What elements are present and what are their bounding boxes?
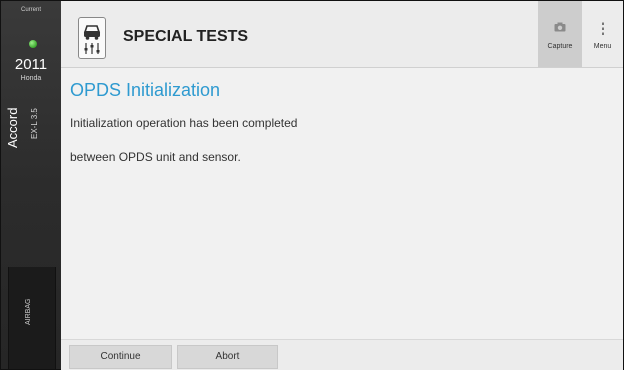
vehicle-sidebar: Current 2011 Honda Accord EX-L 3.5 AIRBA…: [1, 1, 61, 369]
vehicle-trim: EX-L 3.5: [30, 108, 39, 139]
status-label: Current: [20, 7, 41, 13]
capture-button[interactable]: Capture: [538, 1, 582, 67]
capture-label: Capture: [547, 43, 573, 50]
main-panel: SPECIAL TESTS Capture Menu OPDS Initiali…: [61, 1, 623, 370]
vehicle-model: Accord: [5, 107, 20, 148]
message-line-2: between OPDS unit and sensor.: [70, 150, 241, 164]
vehicle-year: 2011: [14, 56, 48, 73]
page-title: SPECIAL TESTS: [123, 28, 249, 45]
app-window: Current 2011 Honda Accord EX-L 3.5 AIRBA…: [0, 0, 624, 370]
footer-bar: Continue Abort: [61, 339, 623, 370]
abort-button[interactable]: Abort: [177, 345, 278, 369]
system-tab[interactable]: AIRBAG: [8, 267, 56, 369]
camera-icon: [538, 22, 582, 32]
status-indicator-icon: [29, 40, 37, 48]
system-label: AIRBAG: [25, 298, 32, 325]
header-bar: SPECIAL TESTS Capture Menu: [61, 1, 623, 68]
more-vertical-icon: [582, 22, 623, 36]
message-line-1: Initialization operation has been comple…: [70, 116, 298, 130]
menu-label: Menu: [593, 43, 612, 50]
vehicle-make: Honda: [20, 75, 42, 82]
section-title: OPDS Initialization: [70, 80, 221, 100]
car-test-icon: [78, 17, 106, 59]
continue-button[interactable]: Continue: [69, 345, 172, 369]
menu-button[interactable]: Menu: [582, 1, 623, 67]
